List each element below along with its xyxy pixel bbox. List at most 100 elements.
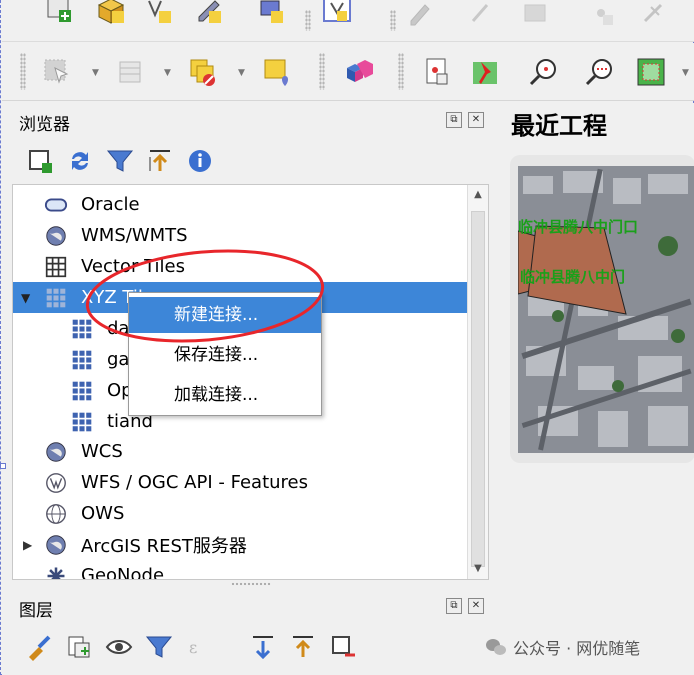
toolbar-grip[interactable] [390, 10, 396, 31]
tree-item-label: da [107, 318, 130, 339]
scroll-up-icon[interactable]: ▲ [468, 185, 488, 205]
scroll-down-icon[interactable]: ▼ [468, 559, 488, 579]
tree-item-oracle[interactable]: Oracle [13, 189, 468, 220]
tree-item-wms[interactable]: WMS/WMTS [13, 220, 468, 251]
xyz-grid-icon [43, 285, 69, 311]
toolbar-grip[interactable] [305, 10, 311, 31]
tree-scrollbar[interactable]: ▲ ▼ [467, 185, 488, 579]
pin-tool-icon[interactable] [468, 55, 502, 89]
panel-splitter[interactable] [231, 582, 271, 586]
layers-panel: 图层 ⧉ ✕ ε [2, 590, 499, 675]
close-panel-icon[interactable]: ✕ [468, 112, 484, 128]
select-by-location-icon[interactable] [260, 55, 294, 89]
qgis-window: ▼ ▼ ▼ ▼ 浏览器 ⧉ ✕ Oracle WMS/WMTS Vector T… [0, 0, 694, 675]
tree-item-label: ga [107, 349, 130, 370]
tree-item-wcs[interactable]: WCS [13, 436, 468, 467]
tile-grid-icon [69, 378, 95, 404]
add-group-icon[interactable] [62, 630, 96, 664]
layers-panel-title: 图层 [19, 601, 53, 621]
globe-icon [43, 439, 69, 465]
browser-panel-title: 浏览器 [19, 115, 70, 135]
filter-legend-icon[interactable] [142, 630, 176, 664]
tree-item-label: WMS/WMTS [81, 225, 188, 246]
chevron-down-icon[interactable]: ▼ [238, 68, 248, 78]
tree-item-vector-tiles[interactable]: Vector Tiles [13, 251, 468, 282]
grid-icon [43, 254, 69, 280]
map-label: 临冲县腾八中门口 [518, 218, 638, 236]
watermark: 公众号 · 网优随笔 [485, 635, 640, 659]
globe-icon [43, 532, 69, 558]
toolbar-grip[interactable] [319, 53, 325, 90]
tile-grid-icon [69, 347, 95, 373]
resize-handle[interactable] [0, 463, 6, 469]
toolbar-grip[interactable] [20, 53, 26, 90]
digitize-pen-icon[interactable] [192, 0, 226, 28]
tree-item-geonode[interactable]: GeoNode [13, 560, 468, 580]
float-panel-icon[interactable]: ⧉ [446, 112, 462, 128]
zoom-in-icon[interactable] [526, 55, 560, 89]
plugins-cube-icon[interactable] [342, 55, 376, 89]
menu-item-save-connections[interactable]: 保存连接... [129, 337, 321, 373]
expand-arrow-icon[interactable]: ▼ [21, 291, 30, 305]
tree-item-label: OWS [81, 503, 125, 524]
deselect-all-icon[interactable] [186, 55, 220, 89]
expand-arrow-icon[interactable]: ▶ [23, 538, 32, 552]
tree-item-label: WFS / OGC API - Features [81, 472, 308, 493]
info-icon[interactable] [183, 144, 217, 178]
tree-item-wfs[interactable]: WFS / OGC API - Features [13, 467, 468, 498]
tree-item-ows[interactable]: OWS [13, 498, 468, 529]
tree-item-label: WCS [81, 441, 123, 462]
chevron-down-icon[interactable]: ▼ [92, 68, 102, 78]
tile-grid-icon [69, 316, 95, 342]
add-selected-layers-icon[interactable] [23, 144, 57, 178]
expression-filter-icon[interactable]: ε [182, 630, 216, 664]
globe-icon [43, 223, 69, 249]
scrollbar-thumb[interactable] [471, 211, 485, 567]
map-label: 临冲县腾八中门 [520, 268, 625, 286]
remove-layer-icon[interactable] [326, 630, 360, 664]
toolbar-grip[interactable] [398, 53, 404, 90]
add-feature-icon[interactable] [584, 0, 618, 30]
filter-icon[interactable] [103, 144, 137, 178]
attribute-table-icon[interactable] [114, 55, 148, 89]
chevron-down-icon[interactable]: ▼ [682, 68, 692, 78]
menu-item-load-connections[interactable]: 加载连接... [129, 377, 321, 413]
new-virtual-layer-icon[interactable] [320, 0, 354, 28]
tree-item-label: GeoNode [81, 565, 165, 580]
close-panel-icon[interactable]: ✕ [468, 598, 484, 614]
toggle-edit-icon[interactable] [464, 0, 498, 30]
tile-grid-icon [69, 409, 95, 435]
new-shapefile-icon[interactable] [142, 0, 176, 28]
wfs-icon [43, 470, 69, 496]
save-edits-icon[interactable] [518, 0, 552, 30]
edit-pencil-icon[interactable] [404, 0, 438, 30]
style-brush-icon[interactable] [22, 630, 56, 664]
collapse-all-icon[interactable] [286, 630, 320, 664]
context-menu: 新建连接... 保存连接... 加载连接... [128, 292, 322, 416]
visibility-eye-icon[interactable] [102, 630, 136, 664]
geonode-icon [43, 563, 69, 579]
vertex-tool-icon[interactable] [636, 0, 670, 30]
chevron-down-icon[interactable]: ▼ [164, 68, 174, 78]
tree-item-label: Oracle [81, 194, 140, 215]
new-geopackage-icon[interactable] [94, 0, 128, 28]
select-features-icon[interactable] [40, 55, 74, 89]
recent-projects-title: 最近工程 [511, 112, 607, 140]
new-layer-icon[interactable] [42, 0, 76, 28]
menu-item-new-connection[interactable]: 新建连接... [129, 297, 321, 333]
float-panel-icon[interactable]: ⧉ [446, 598, 462, 614]
zoom-full-icon[interactable] [634, 55, 668, 89]
expand-all-icon[interactable] [246, 630, 280, 664]
watermark-text: 公众号 · 网优随笔 [513, 639, 641, 658]
toolbar-selection: ▼ ▼ ▼ ▼ [2, 43, 694, 101]
project-thumbnail[interactable]: 临冲县腾八中门口 临冲县腾八中门 [518, 166, 694, 453]
zoom-out-icon[interactable] [582, 55, 616, 89]
toolbar-top [2, 0, 694, 42]
refresh-icon[interactable] [63, 144, 97, 178]
new-memory-layer-icon[interactable] [254, 0, 288, 28]
tree-item-arcgis-rest[interactable]: ▶ ArcGIS REST服务器 [13, 529, 468, 560]
globe-outline-icon [43, 501, 69, 527]
oracle-db-icon [43, 192, 69, 218]
collapse-all-icon[interactable] [143, 144, 177, 178]
new-print-layout-icon[interactable] [420, 55, 454, 89]
